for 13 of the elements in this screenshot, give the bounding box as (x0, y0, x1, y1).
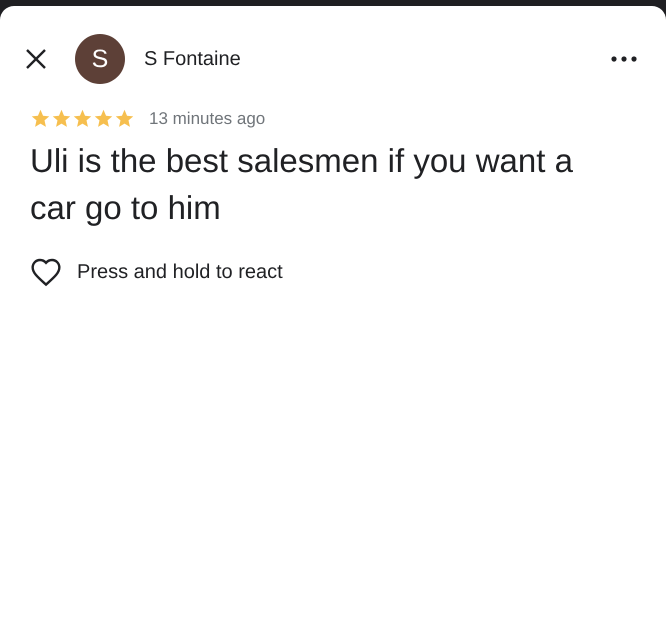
review-time: 13 minutes ago (149, 108, 266, 128)
reaction-hint: Press and hold to react (77, 260, 283, 284)
heart-icon (30, 257, 62, 287)
more-icon (611, 56, 637, 62)
close-icon (25, 48, 47, 70)
review-text: Uli is the best salesmen if you want a car go to him (30, 141, 574, 228)
star-icon (30, 108, 51, 129)
star-icon (93, 108, 114, 129)
reviewer-name: S Fontaine (144, 48, 242, 70)
avatar: S (75, 34, 125, 84)
star-icon (114, 108, 135, 129)
star-icon (72, 108, 93, 129)
star-icon (51, 108, 72, 129)
